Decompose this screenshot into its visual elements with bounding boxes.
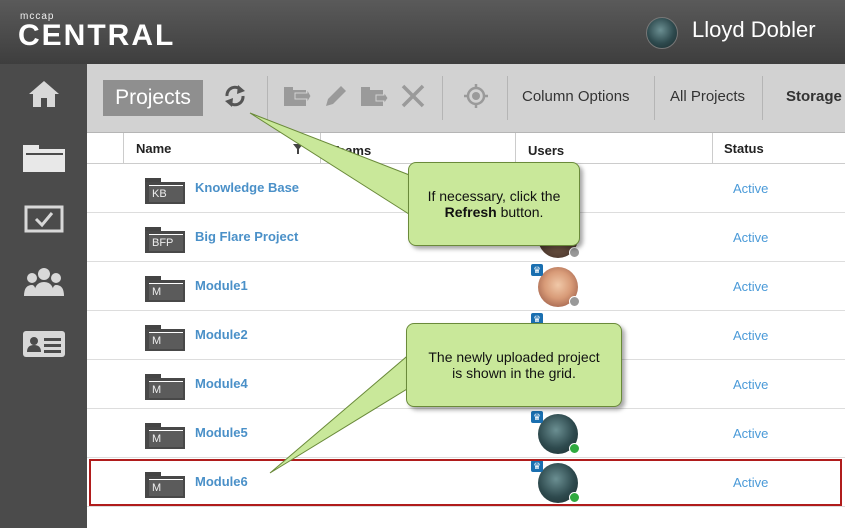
callout-text: The newly uploaded project [428,349,600,365]
callout-text: is shown in the grid. [452,365,576,381]
refresh-callout: If necessary, click the Refresh button. [408,162,580,246]
callout-text: Refresh button. [409,204,579,220]
callout-pointers [249,112,413,474]
callout-text: If necessary, click the [427,188,561,204]
callout-emphasis: Refresh [444,204,497,220]
callout-text: button. [496,204,544,220]
uploaded-callout: The newly uploaded project is shown in t… [406,323,622,407]
